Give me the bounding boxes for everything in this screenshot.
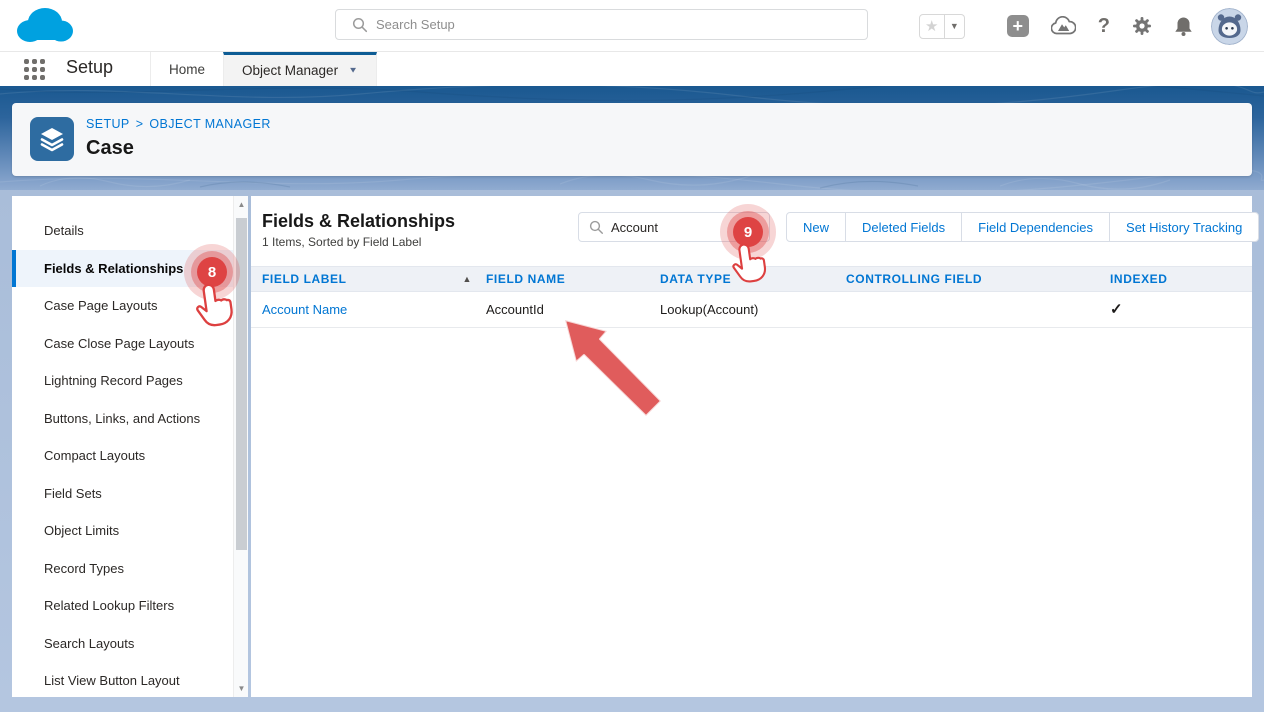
object-sidebar: Details Fields & Relationships Case Page… <box>12 196 248 697</box>
breadcrumb-separator: > <box>136 117 144 131</box>
sidebar-item-fields-relationships[interactable]: Fields & Relationships <box>12 250 233 288</box>
panel-subtitle: 1 Items, Sorted by Field Label <box>262 235 421 249</box>
table-row: Account Name AccountId Lookup(Account) ✓ <box>251 292 1252 328</box>
sidebar-item-object-limits[interactable]: Object Limits <box>12 512 233 550</box>
sidebar-item-record-types[interactable]: Record Types <box>12 550 233 588</box>
scroll-down-arrow-icon[interactable]: ▼ <box>236 684 247 693</box>
tab-home[interactable]: Home <box>150 52 223 86</box>
table-header-row: FIELD LABEL ▲ FIELD NAME DATA TYPE CONTR… <box>251 266 1252 292</box>
app-launcher-waffle-icon[interactable] <box>24 59 45 80</box>
column-field-name[interactable]: FIELD NAME <box>486 267 660 292</box>
sidebar-item-lightning-record-pages[interactable]: Lightning Record Pages <box>12 362 233 400</box>
setup-navbar: Setup Home Object Manager ▼ <box>0 52 1264 86</box>
scrollbar-thumb[interactable] <box>236 218 247 550</box>
field-label-link[interactable]: Account Name <box>262 302 347 317</box>
quick-find-input[interactable] <box>611 213 761 241</box>
object-layers-icon <box>30 117 74 161</box>
new-button[interactable]: New <box>786 212 846 242</box>
sidebar-item-case-page-layouts[interactable]: Case Page Layouts <box>12 287 233 325</box>
salesforce-logo <box>14 4 76 48</box>
sidebar-item-case-close-page-layouts[interactable]: Case Close Page Layouts <box>12 325 233 363</box>
object-title: Case <box>86 137 134 160</box>
breadcrumb: SETUP > OBJECT MANAGER <box>86 117 271 131</box>
search-icon <box>352 17 368 33</box>
object-banner: SETUP > OBJECT MANAGER Case <box>0 86 1264 190</box>
favorites-star-button[interactable]: ★ <box>919 14 945 39</box>
app-name-label: Setup <box>66 57 113 78</box>
column-controlling-field[interactable]: CONTROLLING FIELD <box>846 267 1110 292</box>
field-name-cell: AccountId <box>486 292 660 328</box>
column-field-label[interactable]: FIELD LABEL ▲ <box>262 267 486 292</box>
tab-object-manager[interactable]: Object Manager ▼ <box>223 52 377 86</box>
global-search-input[interactable] <box>376 10 856 39</box>
sidebar-item-search-layouts[interactable]: Search Layouts <box>12 625 233 663</box>
breadcrumb-object-manager-link[interactable]: OBJECT MANAGER <box>149 117 270 131</box>
quick-find-box <box>578 212 770 242</box>
chevron-down-icon: ▼ <box>348 66 358 75</box>
data-type-cell: Lookup(Account) <box>660 292 846 328</box>
sidebar-item-details[interactable]: Details <box>12 212 233 250</box>
sidebar-item-buttons-links-actions[interactable]: Buttons, Links, and Actions <box>12 400 233 438</box>
sidebar-scrollbar[interactable]: ▲ ▼ <box>233 196 248 697</box>
field-actions-group: New Deleted Fields Field Dependencies Se… <box>786 212 1259 242</box>
scroll-up-arrow-icon[interactable]: ▲ <box>236 200 247 209</box>
breadcrumb-setup-link[interactable]: SETUP <box>86 117 130 131</box>
sidebar-item-compact-layouts[interactable]: Compact Layouts <box>12 437 233 475</box>
notifications-bell-icon[interactable] <box>1174 16 1193 37</box>
quick-find-search-icon <box>589 220 604 235</box>
setup-gear-icon[interactable] <box>1132 16 1152 36</box>
set-history-tracking-button[interactable]: Set History Tracking <box>1109 212 1259 242</box>
user-avatar[interactable] <box>1211 8 1248 45</box>
column-indexed[interactable]: INDEXED <box>1110 267 1252 292</box>
trailhead-help-icon[interactable] <box>1051 16 1076 37</box>
column-data-type[interactable]: DATA TYPE <box>660 267 846 292</box>
breadcrumb-card: SETUP > OBJECT MANAGER Case <box>12 103 1252 176</box>
sort-ascending-icon[interactable]: ▲ <box>462 267 472 292</box>
help-question-icon[interactable]: ? <box>1098 15 1110 38</box>
panel-title: Fields & Relationships <box>262 211 455 232</box>
favorites-dropdown-button[interactable]: ▼ <box>945 14 965 39</box>
global-header: ★ ▼ + ? <box>0 0 1264 52</box>
fields-table: FIELD LABEL ▲ FIELD NAME DATA TYPE CONTR… <box>251 266 1252 328</box>
controlling-field-cell <box>846 292 1110 328</box>
sidebar-item-field-sets[interactable]: Field Sets <box>12 475 233 513</box>
fields-panel: Fields & Relationships 1 Items, Sorted b… <box>251 196 1252 697</box>
quick-create-plus-icon[interactable]: + <box>1007 15 1029 37</box>
sidebar-item-list-view-button-layout[interactable]: List View Button Layout <box>12 662 233 700</box>
global-search <box>335 9 868 40</box>
deleted-fields-button[interactable]: Deleted Fields <box>845 212 962 242</box>
field-dependencies-button[interactable]: Field Dependencies <box>961 212 1110 242</box>
sidebar-item-related-lookup-filters[interactable]: Related Lookup Filters <box>12 587 233 625</box>
indexed-checkmark-icon: ✓ <box>1110 292 1252 328</box>
